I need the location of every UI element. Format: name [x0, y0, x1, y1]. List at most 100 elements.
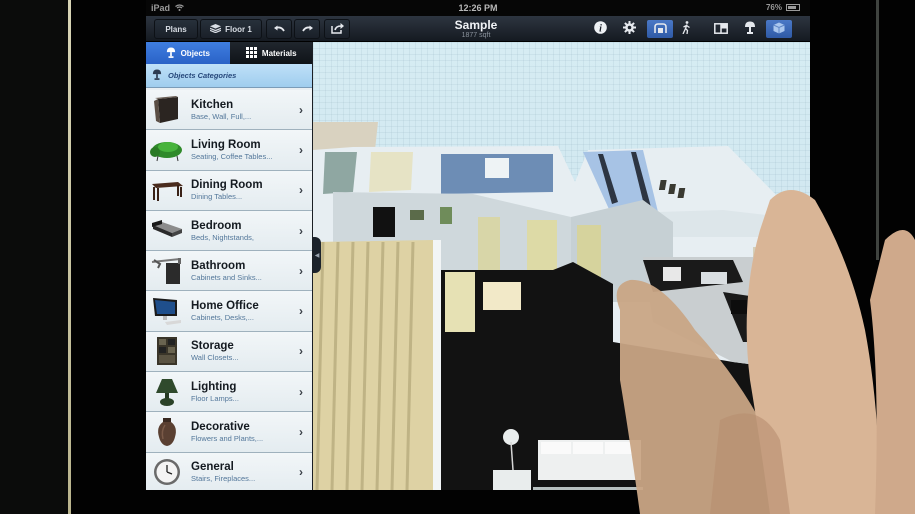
clock: 12:26 PM	[458, 3, 498, 13]
redo-button[interactable]	[294, 19, 320, 39]
category-label: Dining Room	[191, 179, 263, 192]
view-3d-button[interactable]	[647, 20, 673, 38]
floor-selector-button[interactable]: Floor 1	[200, 19, 262, 39]
chevron-right-icon: ›	[299, 344, 303, 359]
plans-button[interactable]: Plans	[154, 19, 198, 39]
bed-icon	[149, 215, 185, 247]
neighbor-roof	[313, 122, 378, 150]
chevron-right-icon: ›	[299, 183, 303, 198]
split-view-icon	[714, 22, 728, 37]
background-surface	[0, 0, 68, 514]
clock-icon	[149, 456, 185, 488]
category-list: Kitchen Base, Wall, Full,... › Living Roo…	[146, 90, 312, 490]
3d-house-render	[313, 122, 810, 490]
bathroom-sink-icon	[149, 255, 185, 287]
category-desc: Stairs, Fireplaces...	[191, 474, 256, 484]
sidebar-collapse-handle[interactable]: ◀	[313, 237, 321, 273]
walk-icon	[681, 21, 691, 37]
sofa-icon	[149, 134, 185, 166]
sidebar-segmented-control: Objects Materials	[146, 42, 312, 64]
share-button[interactable]	[324, 19, 350, 39]
category-bedroom[interactable]: Bedroom Beds, Nightstands, ›	[146, 210, 312, 252]
category-decorative[interactable]: Decorative Flowers and Plants,... ›	[146, 412, 312, 453]
3d-view-icon	[653, 22, 667, 37]
chevron-right-icon: ›	[299, 425, 303, 440]
walkthrough-button[interactable]	[675, 20, 697, 38]
category-lighting[interactable]: Lighting Floor Lamps... ›	[146, 372, 312, 413]
objects-sidebar: Objects Materials Objects Categories Kit…	[146, 42, 313, 490]
bezel-edge	[876, 0, 879, 260]
chevron-right-icon: ›	[299, 304, 303, 319]
kitchen-cabinet-icon	[149, 94, 185, 126]
category-desc: Cabinets, Desks,...	[191, 313, 254, 323]
category-label: Kitchen	[191, 98, 234, 111]
category-label: Lighting	[191, 380, 237, 393]
plans-label: Plans	[165, 24, 187, 34]
floor-label: Floor 1	[225, 24, 252, 34]
dining-table-icon	[149, 174, 185, 206]
toolbar: Plans Floor 1 Sample 1877 sqft i	[146, 16, 810, 42]
category-desc: Flowers and Plants,...	[191, 434, 264, 444]
chevron-right-icon: ›	[299, 102, 303, 117]
gear-icon	[622, 21, 636, 37]
category-label: Living Room	[191, 138, 261, 151]
info-icon: i	[593, 21, 607, 37]
chevron-right-icon: ›	[299, 223, 303, 238]
tab-objects[interactable]: Objects	[146, 42, 230, 64]
3d-floorplan-viewport[interactable]: ◀	[313, 42, 810, 490]
category-label: Bedroom	[191, 219, 242, 232]
sectional-sofa	[493, 470, 531, 490]
undo-button[interactable]	[266, 19, 292, 39]
category-desc: Cabinets and Sinks...	[191, 272, 262, 282]
project-title-block: Sample 1877 sqft	[396, 18, 556, 39]
objects-button[interactable]	[739, 20, 761, 38]
closet-room	[323, 152, 357, 194]
battery-icon	[786, 4, 800, 11]
status-bar: iPad 12:26 PM 76%	[146, 0, 810, 16]
category-kitchen[interactable]: Kitchen Base, Wall, Full,... ›	[146, 90, 312, 131]
category-storage[interactable]: Storage Wall Closets... ›	[146, 331, 312, 373]
closet-icon	[149, 335, 185, 367]
redo-icon	[301, 25, 313, 34]
category-dining-room[interactable]: Dining Room Dining Tables... ›	[146, 170, 312, 211]
share-icon	[330, 22, 344, 36]
category-general[interactable]: General Stairs, Fireplaces... ›	[146, 452, 312, 490]
section-title: Objects Categories	[168, 71, 237, 80]
wall-picture	[410, 210, 424, 220]
svg-text:i: i	[599, 23, 602, 34]
layers-icon	[209, 23, 222, 35]
category-label: Home Office	[191, 300, 259, 313]
lamp-icon	[166, 47, 176, 60]
tv	[373, 207, 395, 237]
category-desc: Wall Closets...	[191, 353, 239, 363]
category-label: Decorative	[191, 421, 250, 434]
section-header: Objects Categories	[146, 64, 312, 88]
ipad-screen: iPad 12:26 PM 76% Plans Floor 1 Sample 1…	[146, 0, 810, 490]
grid-icon	[245, 46, 257, 60]
split-view-button[interactable]	[710, 20, 732, 38]
chevron-right-icon: ›	[299, 263, 303, 278]
tab-objects-label: Objects	[180, 48, 210, 58]
settings-button[interactable]	[618, 20, 640, 38]
category-bathroom[interactable]: Bathroom Cabinets and Sinks... ›	[146, 251, 312, 292]
project-title: Sample	[454, 18, 498, 32]
side-table	[483, 282, 521, 310]
category-label: Storage	[191, 340, 234, 353]
vase-icon	[149, 416, 185, 448]
computer-icon	[149, 295, 185, 327]
wall-picture	[440, 207, 452, 224]
tab-materials[interactable]: Materials	[229, 42, 312, 64]
category-desc: Beds, Nightstands,	[191, 232, 254, 242]
3d-cube-button[interactable]	[766, 20, 792, 38]
category-desc: Base, Wall, Full,...	[191, 111, 252, 121]
battery-percent: 76%	[765, 3, 782, 12]
lamp-icon	[152, 69, 162, 82]
category-label: Bathroom	[191, 259, 246, 272]
project-area: 1877 sqft	[461, 32, 491, 39]
category-home-office[interactable]: Home Office Cabinets, Desks,... ›	[146, 291, 312, 332]
chevron-right-icon: ›	[299, 142, 303, 157]
category-desc: Dining Tables...	[191, 192, 243, 202]
category-living-room[interactable]: Living Room Seating, Coffee Tables... ›	[146, 130, 312, 171]
info-button[interactable]: i	[589, 20, 611, 38]
chevron-right-icon: ›	[299, 384, 303, 399]
